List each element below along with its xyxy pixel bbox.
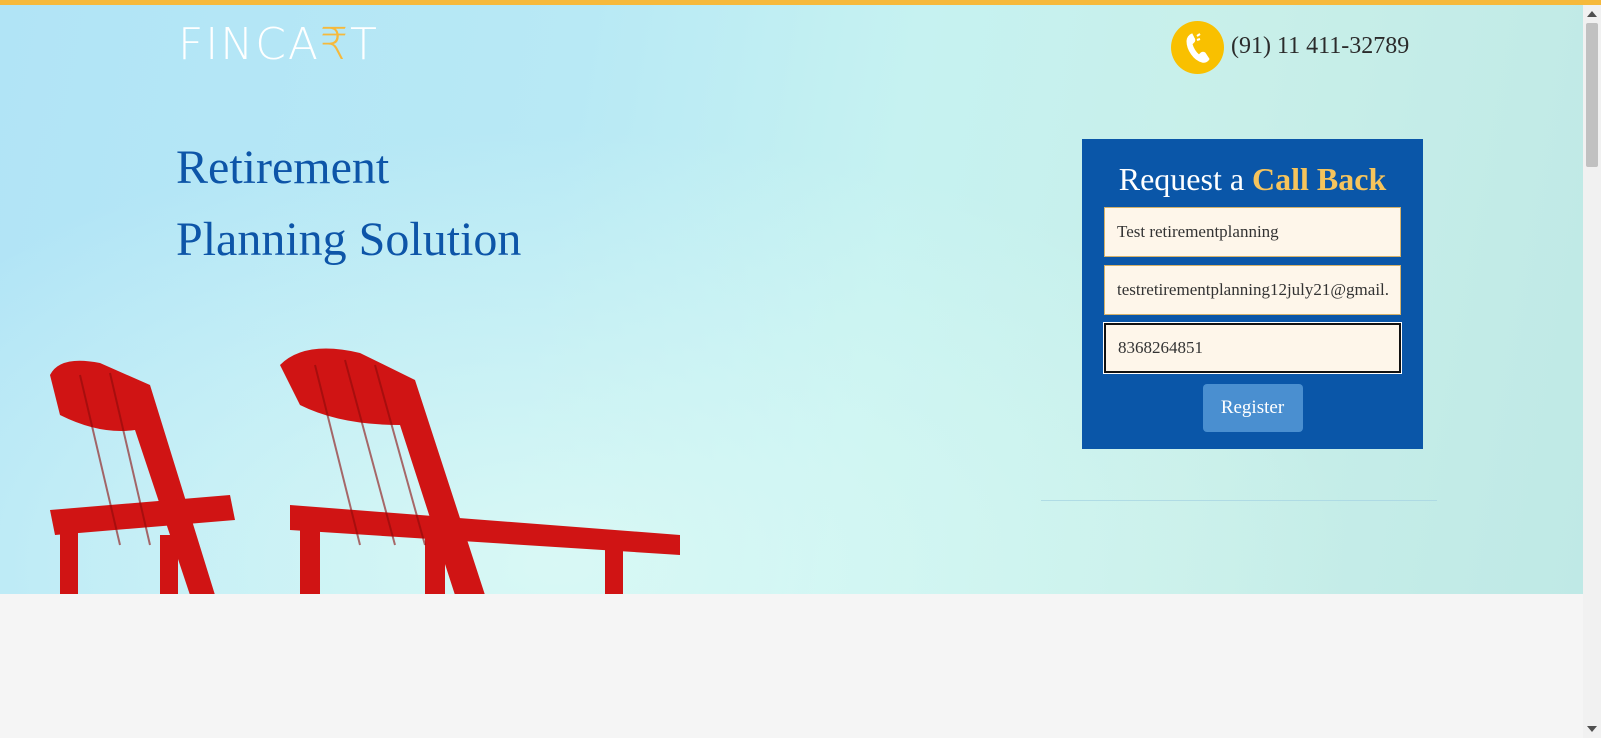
scroll-down-arrow-icon[interactable]	[1587, 726, 1597, 732]
callback-form: Request a Call Back Register	[1082, 139, 1423, 449]
headline-line-1: Retirement	[176, 141, 390, 194]
phone-number[interactable]: (91) 11 411-32789	[1231, 33, 1409, 60]
scroll-up-arrow-icon[interactable]	[1587, 11, 1597, 17]
phone-handset-icon	[1185, 32, 1210, 63]
form-title: Request a Call Back	[1104, 159, 1401, 199]
fincart-logo[interactable]: FINCA ₹ T	[178, 21, 379, 69]
form-divider	[1041, 500, 1437, 501]
name-field[interactable]	[1104, 207, 1401, 257]
phone-icon	[1171, 21, 1224, 74]
email-field[interactable]	[1104, 265, 1401, 315]
register-button[interactable]: Register	[1202, 384, 1303, 432]
headline-line-2: Planning Solution	[176, 213, 522, 266]
scroll-thumb[interactable]	[1586, 23, 1598, 167]
vertical-scrollbar[interactable]	[1583, 5, 1601, 738]
logo-rupee-symbol: ₹	[320, 19, 351, 70]
logo-text-start: FINCA	[178, 19, 321, 70]
form-title-accent: Call Back	[1252, 161, 1387, 197]
hero-headline: Retirement Planning Solution	[176, 132, 521, 276]
logo-text-end: T	[350, 19, 379, 70]
phone-field[interactable]	[1104, 323, 1401, 373]
red-chairs-image	[50, 348, 680, 594]
form-title-start: Request a	[1118, 161, 1245, 197]
